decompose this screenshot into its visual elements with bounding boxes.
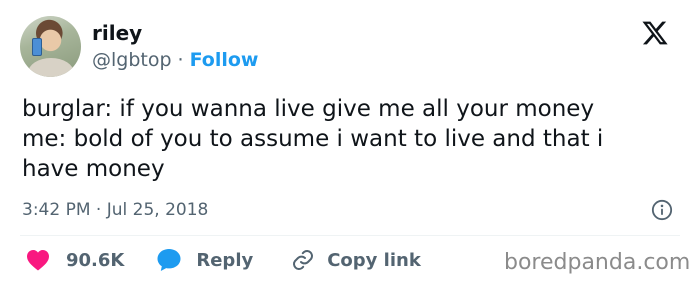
avatar-shoulders bbox=[28, 58, 74, 77]
speech-bubble-icon bbox=[157, 249, 181, 271]
watermark: boredpanda.com bbox=[504, 250, 691, 275]
display-name[interactable]: riley bbox=[92, 21, 142, 45]
x-logo-icon[interactable] bbox=[640, 19, 670, 47]
timestamp[interactable]: 3:42 PM · Jul 25, 2018 bbox=[22, 199, 208, 221]
avatar[interactable] bbox=[20, 16, 81, 77]
tweet-line: burglar: if you wanna live give me all y… bbox=[22, 96, 595, 122]
tweet-text: burglar: if you wanna live give me all y… bbox=[22, 94, 682, 184]
like-count: 90.6K bbox=[66, 249, 125, 271]
reply-label: Reply bbox=[196, 249, 254, 271]
action-bar: 90.6K Reply Copy link bbox=[26, 247, 421, 273]
handle-row: @lgbtop · Follow bbox=[92, 48, 259, 72]
copy-link-button[interactable]: Copy link bbox=[291, 248, 421, 272]
handle-separator: · bbox=[177, 49, 184, 71]
user-handle[interactable]: @lgbtop bbox=[92, 48, 172, 72]
info-icon[interactable] bbox=[651, 199, 673, 221]
like-button[interactable]: 90.6K bbox=[26, 249, 124, 271]
reply-button[interactable]: Reply bbox=[156, 248, 253, 272]
divider bbox=[20, 235, 680, 236]
tweet-line: me: bold of you to assume i want to live… bbox=[22, 126, 604, 152]
link-icon bbox=[293, 250, 314, 270]
follow-button[interactable]: Follow bbox=[190, 48, 259, 72]
heart-icon bbox=[27, 250, 49, 271]
tweet-line: have money bbox=[22, 156, 165, 182]
phone-in-photo bbox=[32, 38, 42, 56]
copy-link-label: Copy link bbox=[327, 249, 421, 271]
